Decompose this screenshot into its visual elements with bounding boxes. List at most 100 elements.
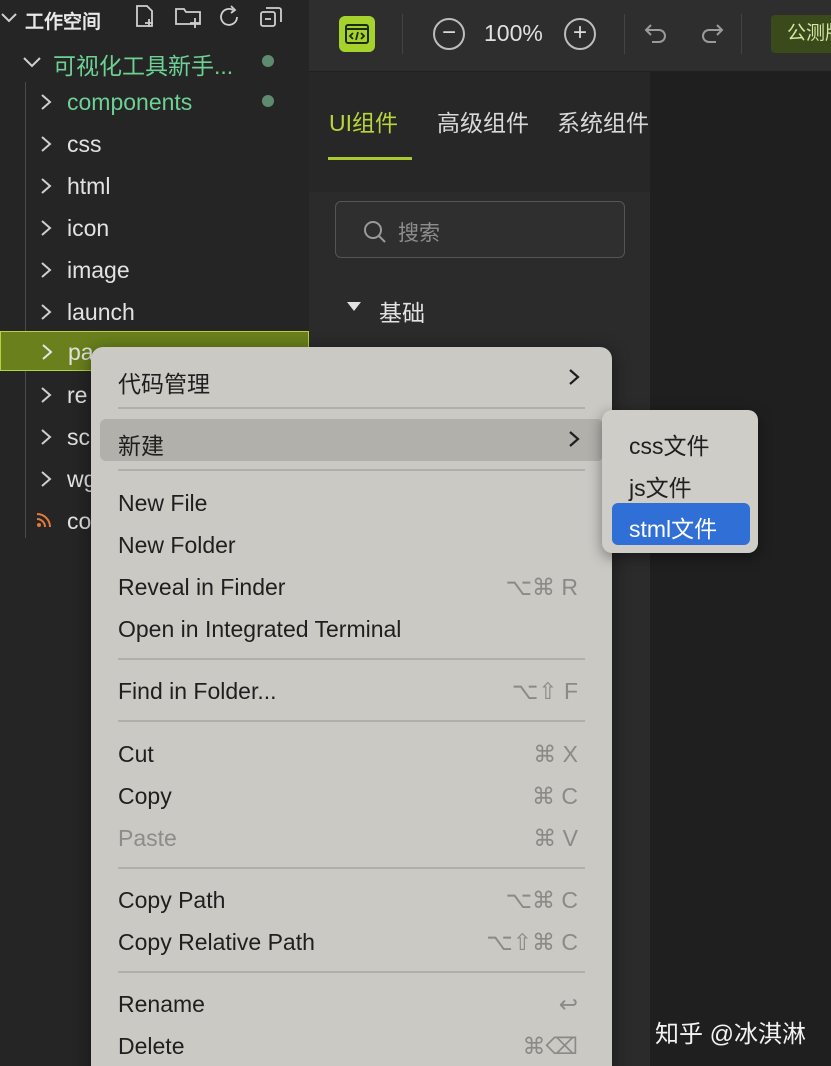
submenu-item-label: js文件 (629, 475, 692, 501)
submenu-item-label: stml文件 (629, 516, 718, 542)
workspace-header: 工作空间 (0, 0, 309, 36)
menu-item-label: Rename (118, 991, 205, 1017)
chevron-down-icon[interactable] (0, 8, 18, 31)
menu-item-label: 代码管理 (118, 371, 210, 397)
menu-item-open-terminal[interactable]: Open in Integrated Terminal (91, 608, 612, 650)
chevron-right-icon (40, 261, 52, 284)
top-toolbar: − 100% + 公测版 (309, 0, 831, 72)
undo-icon[interactable] (643, 20, 669, 51)
chevron-right-icon (40, 135, 52, 158)
menu-item-reveal-in-finder[interactable]: Reveal in Finder ⌥⌘ R (91, 566, 612, 608)
tree-item-label: sc (67, 424, 90, 450)
menu-item-label: Cut (118, 741, 154, 767)
menu-item-label: Open in Integrated Terminal (118, 616, 402, 642)
active-tab-indicator (328, 157, 412, 160)
menu-item-delete[interactable]: Delete ⌘⌫ (91, 1025, 612, 1066)
design-canvas (650, 72, 831, 1066)
menu-item-shortcut: ⌥⌘ R (505, 574, 578, 600)
section-title[interactable]: 基础 (379, 294, 425, 328)
menu-separator (118, 971, 585, 973)
menu-item-cut[interactable]: Cut ⌘ X (91, 733, 612, 775)
chevron-right-icon (40, 428, 52, 451)
menu-item-rename[interactable]: Rename ↩ (91, 983, 612, 1025)
project-folder[interactable]: 可视化工具新手... (0, 42, 309, 82)
search-input[interactable]: 搜索 (335, 201, 625, 258)
chevron-down-icon (22, 52, 42, 77)
tree-item-image[interactable]: image (0, 249, 309, 291)
zoom-in-button[interactable]: + (564, 18, 596, 50)
modified-dot (262, 95, 274, 107)
menu-item-label: Delete (118, 1033, 185, 1059)
tab-ui-components[interactable]: UI组件 (329, 104, 398, 138)
submenu-item-label: css文件 (629, 433, 710, 459)
divider (741, 14, 742, 54)
menu-item-label: Reveal in Finder (118, 574, 286, 600)
menu-item-label: New File (118, 490, 208, 516)
menu-item-paste: Paste ⌘ V (91, 817, 612, 859)
caret-down-icon[interactable] (347, 302, 361, 311)
search-icon (362, 219, 388, 250)
tree-item-label: launch (67, 299, 135, 325)
menu-item-new-file[interactable]: New File (91, 482, 612, 524)
modified-dot (262, 55, 274, 67)
context-menu: 代码管理 新建 New File New Folder Reveal in Fi… (91, 347, 612, 1066)
menu-item-copy-path[interactable]: Copy Path ⌥⌘ C (91, 879, 612, 921)
menu-item-new[interactable]: 新建 (100, 419, 603, 461)
menu-item-shortcut: ⌘⌫ (522, 1033, 578, 1059)
divider (402, 14, 403, 54)
new-file-icon[interactable] (132, 4, 158, 30)
rss-icon (36, 512, 52, 533)
menu-item-new-folder[interactable]: New Folder (91, 524, 612, 566)
code-view-icon[interactable] (339, 16, 375, 52)
menu-item-shortcut: ⌥⇧ F (511, 678, 578, 704)
submenu-item-stml-file[interactable]: stml文件 (612, 503, 750, 545)
menu-separator (118, 867, 585, 869)
chevron-right-icon (40, 303, 52, 326)
menu-item-label: Paste (118, 825, 177, 851)
menu-item-shortcut: ⌥⇧⌘ C (486, 929, 578, 955)
divider (624, 14, 625, 54)
chevron-right-icon (568, 368, 580, 391)
menu-item-copy[interactable]: Copy ⌘ C (91, 775, 612, 817)
tree-item-label: re (67, 382, 88, 408)
menu-item-label: Find in Folder... (118, 678, 277, 704)
tree-item-label: icon (67, 215, 110, 241)
tree-item-label: html (67, 173, 111, 199)
menu-item-shortcut: ⌥⌘ C (505, 887, 578, 913)
tab-system-components[interactable]: 系统组件 (557, 104, 649, 138)
chevron-right-icon (40, 219, 52, 242)
new-submenu: css文件 js文件 stml文件 (602, 410, 758, 553)
chevron-right-icon (568, 430, 580, 453)
submenu-item-js-file[interactable]: js文件 (602, 462, 758, 504)
zoom-out-button[interactable]: − (433, 18, 465, 50)
tree-item-html[interactable]: html (0, 165, 309, 207)
menu-separator (118, 658, 585, 660)
menu-item-code-management[interactable]: 代码管理 (91, 357, 612, 399)
menu-item-shortcut: ⌘ V (533, 825, 578, 851)
tree-item-components[interactable]: components (0, 81, 309, 123)
workspace-title: 工作空间 (25, 12, 102, 33)
tree-item-label: css (67, 131, 102, 157)
redo-icon[interactable] (699, 20, 725, 51)
menu-item-shortcut: ↩ (558, 991, 578, 1017)
submenu-item-css-file[interactable]: css文件 (602, 420, 758, 462)
tree-item-label: pa (68, 339, 94, 365)
beta-button[interactable]: 公测版 (771, 15, 831, 53)
new-folder-icon[interactable] (174, 4, 201, 30)
tree-item-launch[interactable]: launch (0, 291, 309, 333)
menu-item-copy-relative-path[interactable]: Copy Relative Path ⌥⇧⌘ C (91, 921, 612, 963)
menu-item-label: Copy (118, 783, 172, 809)
collapse-all-icon[interactable] (258, 4, 284, 30)
tree-item-css[interactable]: css (0, 123, 309, 165)
menu-item-label: Copy Relative Path (118, 929, 315, 955)
zoom-level: 100% (484, 20, 543, 46)
chevron-right-icon (40, 386, 52, 409)
refresh-icon[interactable] (216, 4, 242, 30)
menu-item-label: 新建 (118, 433, 164, 459)
tree-item-icon[interactable]: icon (0, 207, 309, 249)
tree-item-label: co (67, 508, 92, 534)
watermark: 知乎 @冰淇淋 (655, 1021, 807, 1048)
project-name: 可视化工具新手... (53, 53, 234, 79)
menu-item-find-in-folder[interactable]: Find in Folder... ⌥⇧ F (91, 670, 612, 712)
tab-advanced-components[interactable]: 高级组件 (437, 104, 529, 138)
